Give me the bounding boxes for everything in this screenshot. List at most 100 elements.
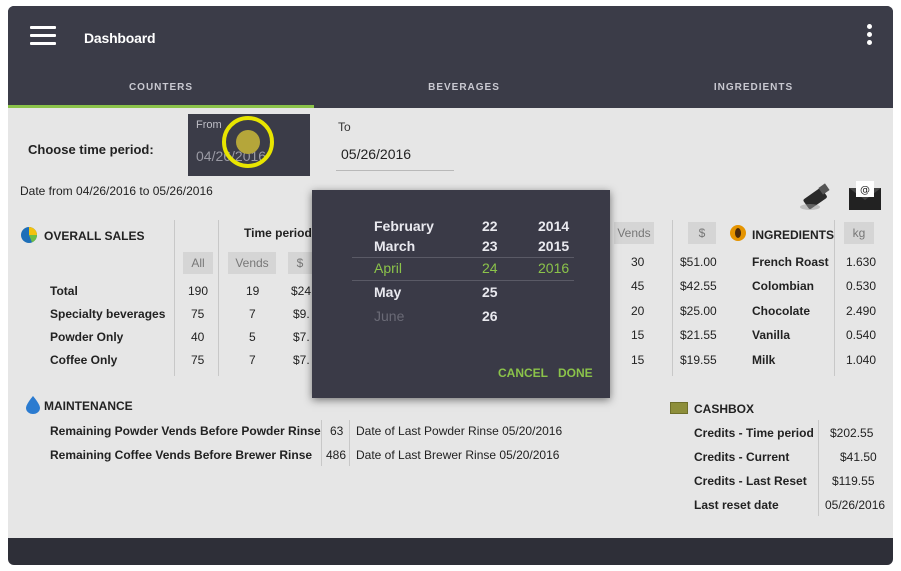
col-all-header: All (183, 252, 213, 274)
app-title: Dashboard (84, 30, 156, 46)
col-vends-header: Vends (228, 252, 276, 274)
done-button[interactable]: DONE (558, 366, 593, 380)
ingredient-name: French Roast (752, 255, 829, 269)
col-dollar-header: $ (288, 252, 312, 274)
to-label: To (338, 120, 351, 134)
partial-vends-value: 15 (631, 353, 645, 367)
tab-bar: COUNTERS BEVERAGES INGREDIENTS (8, 68, 893, 108)
cancel-button[interactable]: CANCEL (498, 366, 548, 380)
sales-vends-value: 19 (246, 284, 260, 298)
email-report-icon[interactable]: @ (848, 180, 882, 212)
to-date-underline (336, 170, 454, 171)
sales-dollar-value: $24 (291, 284, 312, 298)
partial-vends-value: 20 (631, 304, 645, 318)
svg-text:@: @ (860, 185, 870, 196)
cashbox-row-label: Credits - Time period (694, 426, 814, 440)
overall-sales-title: OVERALL SALES (44, 229, 145, 243)
cash-icon (670, 402, 688, 414)
divider (174, 220, 175, 376)
picker-day[interactable]: 26 (482, 308, 498, 324)
tab-ingredients[interactable]: INGREDIENTS (614, 68, 893, 108)
picker-day[interactable]: 22 (482, 218, 498, 234)
partial-dollar-value: $51.00 (680, 255, 717, 269)
picker-month[interactable]: June (374, 308, 404, 324)
picker-selection-line (352, 280, 574, 281)
picker-day[interactable]: 25 (482, 284, 498, 300)
date-range-text: Date from 04/26/2016 to 05/26/2016 (20, 184, 213, 198)
coffee-bean-icon (730, 225, 746, 241)
picker-day[interactable]: 23 (482, 238, 498, 254)
cashbox-row-label: Last reset date (694, 498, 779, 512)
from-label: From (196, 119, 222, 131)
partial-vends-value: 45 (631, 279, 645, 293)
picker-selection-line (352, 257, 574, 258)
ingredients-unit-header: kg (844, 222, 874, 244)
partial-dollar-value: $19.55 (680, 353, 717, 367)
partial-vends-value: 30 (631, 255, 645, 269)
cashbox-row-value: $41.50 (840, 450, 877, 464)
maintenance-row-label: Remaining Coffee Vends Before Brewer Rin… (50, 448, 313, 462)
maintenance-row-value: 63 (330, 424, 344, 438)
tab-beverages[interactable]: BEVERAGES (314, 68, 614, 108)
cashbox-row-value: 05/26/2016 (825, 498, 886, 512)
partial-dollar-value: $21.55 (680, 328, 717, 342)
sales-row-label: Powder Only (50, 330, 124, 344)
maintenance-row-value: 486 (326, 448, 347, 462)
ingredient-name: Chocolate (752, 304, 811, 318)
cashbox-row-label: Credits - Last Reset (694, 474, 807, 488)
pie-chart-icon (21, 227, 37, 243)
device-frame: Dashboard COUNTERS BEVERAGES INGREDIENTS… (8, 6, 893, 565)
picker-month[interactable]: May (374, 284, 401, 300)
cashbox-row-value: $202.55 (830, 426, 874, 440)
divider (349, 420, 350, 466)
date-picker-dialog: February March April May June 22 23 24 2… (312, 190, 610, 398)
ingredient-kg: 1.630 (846, 255, 877, 269)
sales-vends-value: 5 (249, 330, 256, 344)
picker-day-selected[interactable]: 24 (482, 260, 498, 276)
sales-vends-value: 7 (249, 353, 256, 367)
picker-month[interactable]: February (374, 218, 434, 234)
sales-all-value: 75 (191, 353, 205, 367)
more-vert-icon[interactable] (867, 24, 873, 48)
maintenance-row-note: Date of Last Powder Rinse 05/20/2016 (356, 424, 563, 438)
ingredients-title: INGREDIENTS (752, 228, 835, 242)
maintenance-title: MAINTENANCE (44, 399, 133, 413)
divider (818, 420, 819, 516)
sales-dollar-value: $9. (293, 307, 310, 321)
picker-month-selected[interactable]: April (374, 260, 402, 276)
water-drop-icon (26, 396, 40, 414)
usb-export-icon[interactable] (798, 182, 834, 212)
to-date-field[interactable]: 05/26/2016 (341, 146, 411, 162)
time-period-header: Time period (244, 226, 312, 240)
hamburger-menu-icon[interactable] (30, 26, 56, 46)
divider (672, 220, 673, 376)
sales-all-value: 75 (191, 307, 205, 321)
picker-year[interactable]: 2014 (538, 218, 569, 234)
partial-dollar-header: $ (688, 222, 716, 244)
ingredient-name: Milk (752, 353, 776, 367)
sales-all-value: 40 (191, 330, 205, 344)
partial-dollar-value: $25.00 (680, 304, 717, 318)
ingredient-kg: 1.040 (846, 353, 877, 367)
sales-vends-value: 7 (249, 307, 256, 321)
sales-row-label: Coffee Only (50, 353, 118, 367)
cashbox-title: CASHBOX (694, 402, 755, 416)
sales-all-value: 190 (188, 284, 209, 298)
cashbox-row-value: $119.55 (832, 474, 875, 488)
maintenance-row-label: Remaining Powder Vends Before Powder Rin… (50, 424, 321, 438)
partial-vends-header: Vends (614, 222, 654, 244)
divider (218, 220, 219, 376)
divider (321, 420, 322, 466)
app-bar: Dashboard (8, 6, 893, 68)
cashbox-row-label: Credits - Current (694, 450, 790, 464)
ingredient-kg: 2.490 (846, 304, 877, 318)
partial-vends-value: 15 (631, 328, 645, 342)
picker-year[interactable]: 2015 (538, 238, 569, 254)
ingredient-name: Colombian (752, 279, 814, 293)
sales-row-label: Specialty beverages (50, 307, 166, 321)
partial-dollar-value: $42.55 (680, 279, 717, 293)
maintenance-row-note: Date of Last Brewer Rinse 05/20/2016 (356, 448, 560, 462)
tab-counters[interactable]: COUNTERS (8, 68, 314, 108)
picker-month[interactable]: March (374, 238, 415, 254)
picker-year-selected[interactable]: 2016 (538, 260, 569, 276)
